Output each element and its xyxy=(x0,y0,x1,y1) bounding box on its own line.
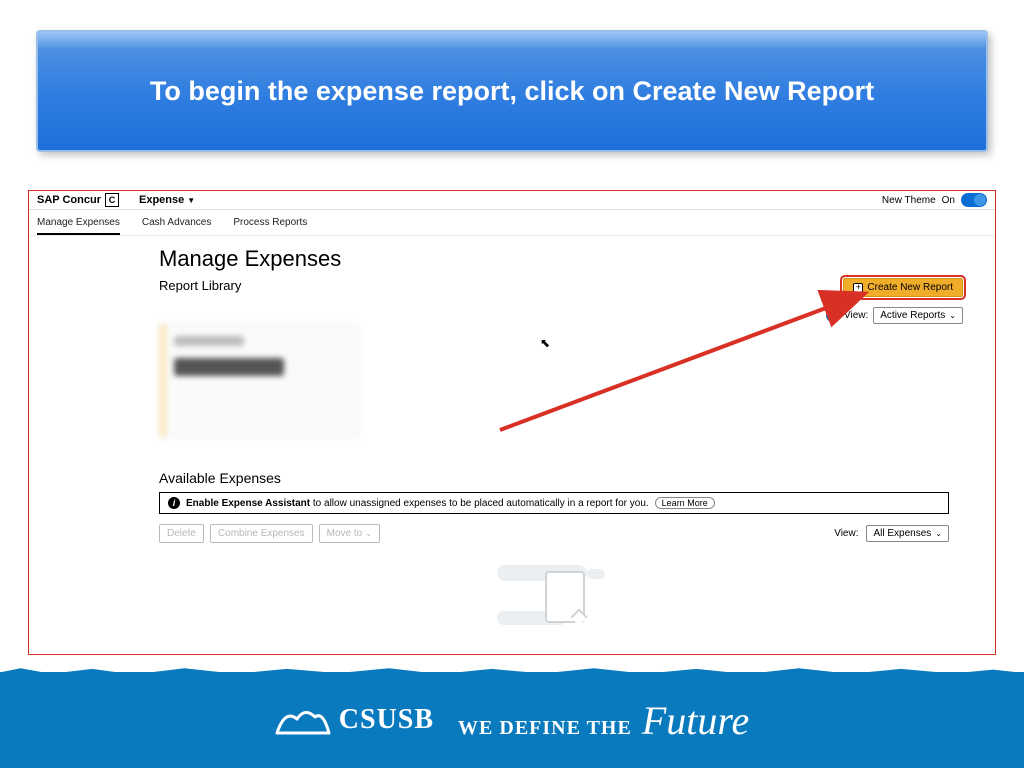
caret-down-icon: ⌄ xyxy=(949,311,956,320)
tab-process-reports[interactable]: Process Reports xyxy=(233,214,307,235)
view-select-reports[interactable]: Active Reports ⌄ xyxy=(873,307,963,324)
theme-toggle[interactable] xyxy=(961,193,987,207)
assistant-rest: to allow unassigned expenses to be place… xyxy=(310,498,649,509)
view-select-label-2: All Expenses xyxy=(873,528,931,539)
theme-label: New Theme xyxy=(882,195,936,206)
brand-badge-icon: C xyxy=(105,193,119,207)
help-icon[interactable]: ? xyxy=(826,309,839,322)
combine-expenses-button[interactable]: Combine Expenses xyxy=(210,524,313,543)
tab-label: Cash Advances xyxy=(142,217,212,228)
section-available-expenses: Available Expenses xyxy=(159,470,955,486)
caret-down-icon: ⌄ xyxy=(365,529,372,538)
view-select-label: Active Reports xyxy=(880,310,945,321)
csusb-text: CSUSB xyxy=(339,704,434,736)
csusb-logo: CSUSB xyxy=(275,703,434,737)
instruction-text: To begin the expense report, click on Cr… xyxy=(150,76,874,107)
expense-menu[interactable]: Expense ▼ xyxy=(139,194,195,206)
app-header: SAP Concur C Expense ▼ New Theme On xyxy=(29,191,995,210)
app-screenshot-frame: SAP Concur C Expense ▼ New Theme On Mana… xyxy=(28,190,996,655)
tab-cash-advances[interactable]: Cash Advances xyxy=(142,214,212,235)
theme-state: On xyxy=(942,195,955,206)
tab-manage-expenses[interactable]: Manage Expenses xyxy=(37,214,120,235)
view-row-reports: ? View: Active Reports ⌄ xyxy=(826,307,963,324)
view-select-expenses[interactable]: All Expenses ⌄ xyxy=(866,525,949,542)
caret-down-icon: ⌄ xyxy=(935,529,942,538)
main-content: Manage Expenses Report Library + Create … xyxy=(29,236,995,625)
tagline: WE DEFINE THE Future xyxy=(458,697,749,744)
view-label-2: View: xyxy=(834,528,858,539)
empty-state-illustration xyxy=(497,565,617,625)
footer: CSUSB WE DEFINE THE Future xyxy=(0,672,1024,768)
brand-text: SAP Concur xyxy=(37,194,101,206)
sub-nav: Manage Expenses Cash Advances Process Re… xyxy=(29,210,995,236)
create-new-report-button[interactable]: + Create New Report xyxy=(843,278,963,297)
expense-toolbar: Delete Combine Expenses Move to ⌄ View: … xyxy=(159,524,949,543)
assistant-text: Enable Expense Assistant to allow unassi… xyxy=(186,498,649,509)
page-title: Manage Expenses xyxy=(159,246,955,272)
expense-assistant-bar: i Enable Expense Assistant to allow unas… xyxy=(159,492,949,514)
tab-label: Process Reports xyxy=(233,217,307,228)
delete-button[interactable]: Delete xyxy=(159,524,204,543)
learn-more-button[interactable]: Learn More xyxy=(655,497,715,509)
expense-menu-label: Expense xyxy=(139,194,184,206)
move-to-button[interactable]: Move to ⌄ xyxy=(319,524,380,543)
brand: SAP Concur C xyxy=(37,193,119,207)
tab-label: Manage Expenses xyxy=(37,217,120,228)
theme-toggle-group: New Theme On xyxy=(882,193,987,207)
instruction-banner: To begin the expense report, click on Cr… xyxy=(36,30,988,152)
move-to-label: Move to xyxy=(327,528,363,539)
tagline-caps: WE DEFINE THE xyxy=(458,717,632,740)
caret-down-icon: ▼ xyxy=(187,196,195,205)
tagline-script: Future xyxy=(642,697,749,744)
create-btn-label: Create New Report xyxy=(867,282,953,293)
report-card-redacted[interactable] xyxy=(159,323,359,438)
assistant-strong: Enable Expense Assistant xyxy=(186,498,310,509)
top-actions: + Create New Report ? View: Active Repor… xyxy=(826,278,963,324)
info-icon: i xyxy=(168,497,180,509)
mountain-icon xyxy=(275,703,331,737)
view-label: View: xyxy=(844,310,868,321)
plus-icon: + xyxy=(853,283,863,293)
